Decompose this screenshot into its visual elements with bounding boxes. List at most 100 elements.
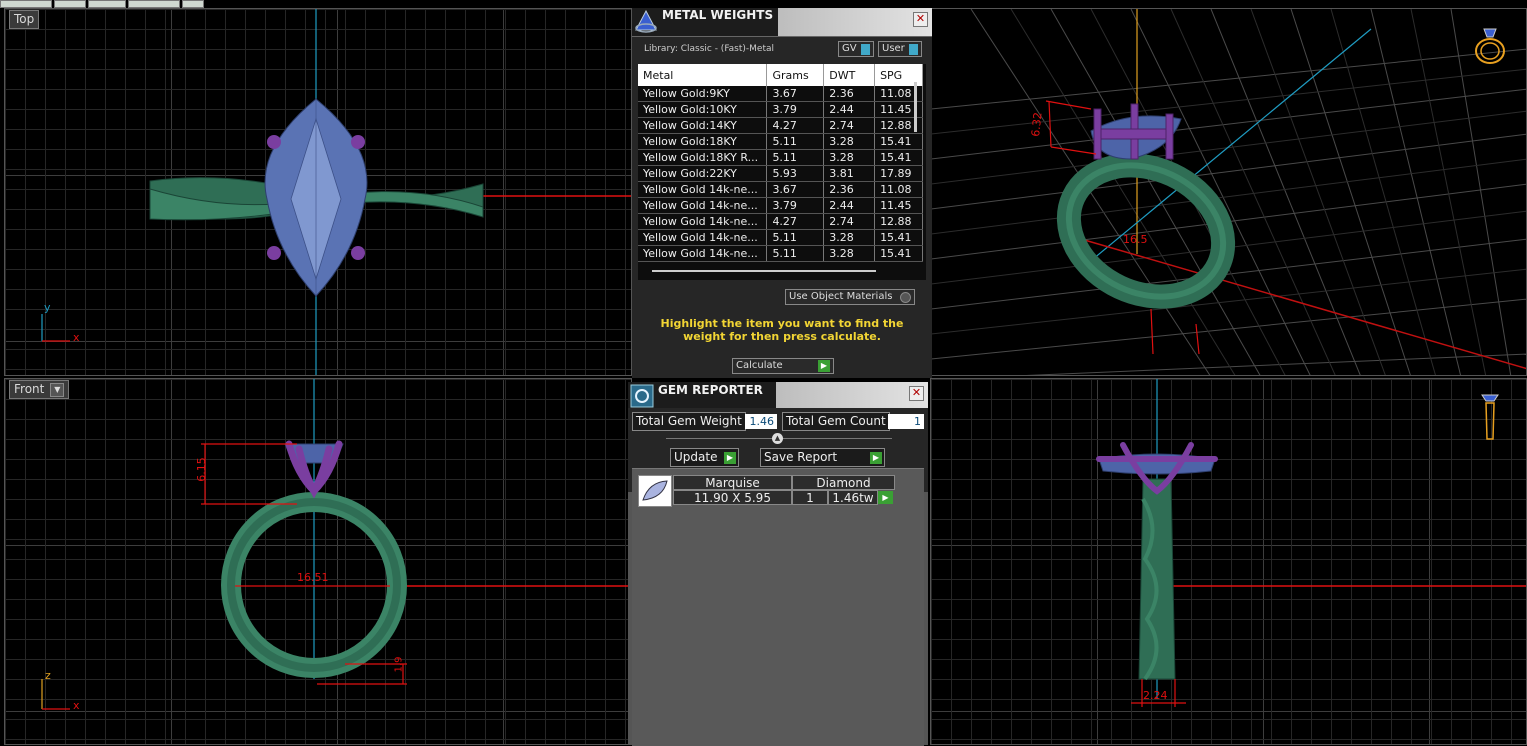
table-row[interactable]: Yellow Gold:10KY 3.79 2.44 11.45: [638, 101, 923, 118]
table-cell: Yellow Gold 14k-ne...: [638, 181, 768, 198]
viewport-front[interactable]: 6.15 16.51 1.9 z x Front ▼: [4, 378, 632, 745]
table-cell: 5.11: [766, 229, 825, 246]
table-row[interactable]: Yellow Gold:9KY 3.67 2.36 11.08: [638, 86, 923, 102]
table-row[interactable]: Yellow Gold:14KY 4.27 2.74 12.88: [638, 117, 923, 134]
library-label: Library: Classic - (Fast)-Metal: [644, 44, 775, 54]
user-toggle[interactable]: User: [878, 41, 922, 57]
collapse-toggle-icon[interactable]: ▲: [772, 433, 783, 444]
gem-view-icon[interactable]: [1479, 389, 1501, 441]
close-icon[interactable]: ✕: [913, 12, 928, 27]
perspective-height-dim: 6.32: [1029, 112, 1044, 138]
close-icon[interactable]: ✕: [909, 386, 924, 401]
table-cell: 17.89: [874, 165, 923, 182]
axis-y-label: y: [44, 301, 51, 314]
viewport-top[interactable]: y x Top: [4, 8, 632, 376]
table-row[interactable]: Yellow Gold 14k-ne... 5.11 3.28 15.41: [638, 245, 923, 262]
update-button[interactable]: Update ▶: [670, 448, 739, 467]
play-arrow-icon: ▶: [724, 451, 736, 464]
table-cell: 3.81: [823, 165, 876, 182]
tab-stub[interactable]: [88, 0, 126, 8]
axis-x-label: x: [73, 331, 80, 344]
gem-count: 1: [792, 490, 828, 505]
tab-stub[interactable]: [54, 0, 86, 8]
axis-z-label: z: [45, 669, 51, 682]
table-scrollbar-vertical[interactable]: [914, 82, 917, 132]
table-cell: 3.67: [766, 86, 825, 102]
table-cell: 5.11: [766, 245, 825, 262]
right-band-width-dim: 2.24: [1143, 689, 1168, 702]
use-object-materials-checkbox[interactable]: Use Object Materials: [785, 289, 915, 305]
calculate-button[interactable]: Calculate ▶: [732, 358, 834, 374]
table-row[interactable]: Yellow Gold 14k-ne... 5.11 3.28 15.41: [638, 229, 923, 246]
table-cell: Yellow Gold 14k-ne...: [638, 245, 768, 262]
gem-type: Diamond: [792, 475, 895, 490]
user-toggle-label: User: [882, 43, 905, 54]
table-cell: 3.79: [766, 197, 825, 214]
gv-indicator: [860, 43, 870, 55]
viewport-perspective[interactable]: 6.32 16.5: [930, 8, 1527, 376]
table-cell: 3.28: [823, 133, 876, 150]
column-header[interactable]: DWT: [823, 64, 876, 86]
save-report-button[interactable]: Save Report ▶: [760, 448, 885, 467]
table-cell: 2.74: [823, 117, 876, 134]
gem-size: 11.90 X 5.95: [673, 490, 792, 505]
table-cell: 3.67: [766, 181, 825, 198]
table-row[interactable]: Yellow Gold 14k-ne... 4.27 2.74 12.88: [638, 213, 923, 230]
viewport-front-label-text: Front: [14, 382, 45, 396]
perspective-view-model: 6.32 16.5: [931, 9, 1526, 375]
table-cell: 15.41: [874, 245, 923, 262]
front-height-dim: 6.15: [194, 457, 208, 482]
column-header[interactable]: Grams: [766, 64, 825, 86]
table-row[interactable]: Yellow Gold 14k-ne... 3.79 2.44 11.45: [638, 197, 923, 214]
table-cell: 5.11: [766, 149, 825, 166]
gem-details-arrow-icon[interactable]: ▶: [878, 491, 893, 504]
table-cell: 5.11: [766, 133, 825, 150]
table-cell: 5.93: [766, 165, 825, 182]
table-cell: 3.28: [823, 245, 876, 262]
tab-stub[interactable]: [0, 0, 52, 8]
viewport-right[interactable]: 2.24: [930, 378, 1527, 745]
gem-weight: 1.46tw: [828, 490, 878, 505]
table-scrollbar-horizontal[interactable]: [652, 270, 876, 272]
front-ring-diameter-dim: 16.51: [297, 571, 329, 584]
column-header[interactable]: Metal: [638, 64, 768, 86]
viewport-top-label[interactable]: Top: [9, 10, 40, 29]
user-indicator: [908, 43, 918, 55]
total-gem-weight-label: Total Gem Weight: [632, 412, 746, 431]
play-arrow-icon: ▶: [870, 451, 882, 464]
marquise-gem-icon: [638, 475, 672, 507]
gem-reporter-titlebar[interactable]: GEM REPORTER ✕: [628, 382, 928, 409]
table-row[interactable]: Yellow Gold:18KY 5.11 3.28 15.41: [638, 133, 923, 150]
metal-table-header: Metal Grams DWT SPG: [638, 64, 923, 86]
table-row[interactable]: Yellow Gold:22KY 5.93 3.81 17.89: [638, 165, 923, 182]
table-row[interactable]: Yellow Gold 14k-ne... 3.67 2.36 11.08: [638, 181, 923, 198]
axis-x-label-front: x: [73, 699, 80, 712]
update-button-label: Update: [674, 450, 718, 464]
calculate-instruction: Highlight the item you want to find the …: [660, 317, 904, 343]
table-cell: 4.27: [766, 117, 825, 134]
table-cell: 2.36: [823, 181, 876, 198]
table-cell: Yellow Gold:22KY: [638, 165, 768, 182]
radio-indicator: [900, 291, 911, 303]
ring-view-icon[interactable]: [1471, 21, 1509, 67]
gem-reporter-title: GEM REPORTER: [658, 383, 763, 397]
table-cell: 15.41: [874, 133, 923, 150]
table-row[interactable]: Yellow Gold:18KY R... 5.11 3.28 15.41: [638, 149, 923, 166]
gem-list-area: Marquise Diamond 11.90 X 5.95 1 1.46tw ▶: [632, 468, 924, 746]
metal-table-wrap: Metal Grams DWT SPG Yellow Gold:9KY 3.67 2.36…: [638, 64, 926, 280]
metal-weights-panel: METAL WEIGHTS ✕ Library: Classic - (Fast…: [632, 8, 932, 378]
right-view-model: [1096, 379, 1526, 707]
gv-toggle[interactable]: GV: [838, 41, 874, 57]
metal-weights-titlebar[interactable]: METAL WEIGHTS ✕: [632, 8, 932, 37]
tab-stub[interactable]: [182, 0, 204, 8]
top-view-model: [41, 9, 631, 375]
play-arrow-icon: ▶: [818, 360, 830, 372]
chevron-down-icon[interactable]: ▼: [50, 382, 65, 397]
viewport-front-label[interactable]: Front ▼: [9, 380, 70, 399]
table-cell: 2.44: [823, 101, 876, 118]
tab-stub[interactable]: [128, 0, 180, 8]
table-cell: Yellow Gold:10KY: [638, 101, 768, 118]
table-cell: Yellow Gold 14k-ne...: [638, 229, 768, 246]
table-cell: Yellow Gold:14KY: [638, 117, 768, 134]
document-tab-strip[interactable]: [0, 0, 240, 8]
